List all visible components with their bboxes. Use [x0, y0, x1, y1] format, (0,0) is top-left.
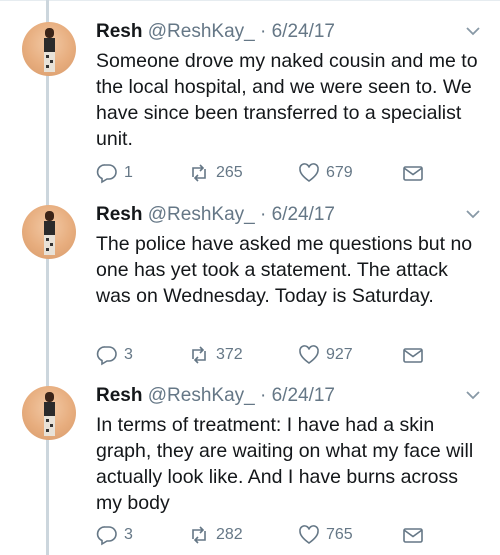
like-button[interactable]: 765 — [298, 524, 353, 546]
retweet-button[interactable]: 265 — [188, 162, 243, 184]
tweet-date[interactable]: 6/24/17 — [272, 21, 335, 42]
like-button[interactable]: 927 — [298, 344, 353, 366]
user-handle[interactable]: @ReshKay_ — [148, 204, 255, 225]
tweet-header: Resh @ReshKay_ · 6/24/17 — [96, 21, 335, 42]
reply-button[interactable]: 1 — [96, 162, 133, 184]
tweet-actions: 3 372 927 — [96, 344, 436, 366]
message-button[interactable] — [402, 162, 430, 184]
reply-icon — [96, 346, 117, 366]
like-button[interactable]: 679 — [298, 162, 353, 184]
like-icon — [299, 345, 319, 364]
reply-count: 1 — [124, 164, 133, 181]
message-icon — [403, 348, 423, 363]
avatar[interactable] — [22, 386, 76, 440]
tweet-text: The police have asked me questions but n… — [96, 233, 473, 307]
message-button[interactable] — [402, 524, 430, 546]
message-button[interactable] — [402, 344, 430, 366]
tweet-text: Someone drove my naked cousin and me to … — [96, 50, 478, 150]
like-count: 927 — [326, 346, 353, 363]
retweet-icon — [192, 526, 206, 544]
chevron-down-icon[interactable] — [464, 22, 482, 40]
avatar[interactable] — [22, 205, 76, 259]
like-icon — [299, 525, 319, 544]
tweet-actions: 1 265 679 — [96, 162, 436, 184]
tweet-text: In terms of treatment: I have had a skin… — [96, 414, 474, 514]
avatar[interactable] — [22, 22, 76, 76]
retweet-icon — [192, 164, 206, 182]
display-name[interactable]: Resh — [96, 385, 142, 406]
display-name[interactable]: Resh — [96, 21, 142, 42]
message-icon — [403, 528, 423, 543]
retweet-button[interactable]: 372 — [188, 344, 243, 366]
thread-line — [46, 0, 49, 555]
retweet-count: 265 — [216, 164, 243, 181]
display-name[interactable]: Resh — [96, 204, 142, 225]
retweet-count: 372 — [216, 346, 243, 363]
like-count: 765 — [326, 526, 353, 543]
chevron-down-icon[interactable] — [464, 386, 482, 404]
retweet-count: 282 — [216, 526, 243, 543]
reply-icon — [96, 164, 117, 184]
retweet-button[interactable]: 282 — [188, 524, 243, 546]
tweet-date[interactable]: 6/24/17 — [272, 385, 335, 406]
like-count: 679 — [326, 164, 353, 181]
tweet-header: Resh @ReshKay_ · 6/24/17 — [96, 385, 335, 406]
user-handle[interactable]: @ReshKay_ — [148, 21, 255, 42]
chevron-down-icon[interactable] — [464, 205, 482, 223]
reply-button[interactable]: 3 — [96, 524, 133, 546]
like-icon — [299, 163, 319, 182]
top-divider — [0, 0, 500, 1]
reply-count: 3 — [124, 346, 133, 363]
tweet-actions: 3 282 765 — [96, 524, 436, 546]
reply-icon — [96, 526, 117, 546]
retweet-icon — [192, 346, 206, 364]
tweet-date[interactable]: 6/24/17 — [272, 204, 335, 225]
reply-button[interactable]: 3 — [96, 344, 133, 366]
tweet-header: Resh @ReshKay_ · 6/24/17 — [96, 204, 335, 225]
reply-count: 3 — [124, 526, 133, 543]
message-icon — [403, 166, 423, 181]
user-handle[interactable]: @ReshKay_ — [148, 385, 255, 406]
